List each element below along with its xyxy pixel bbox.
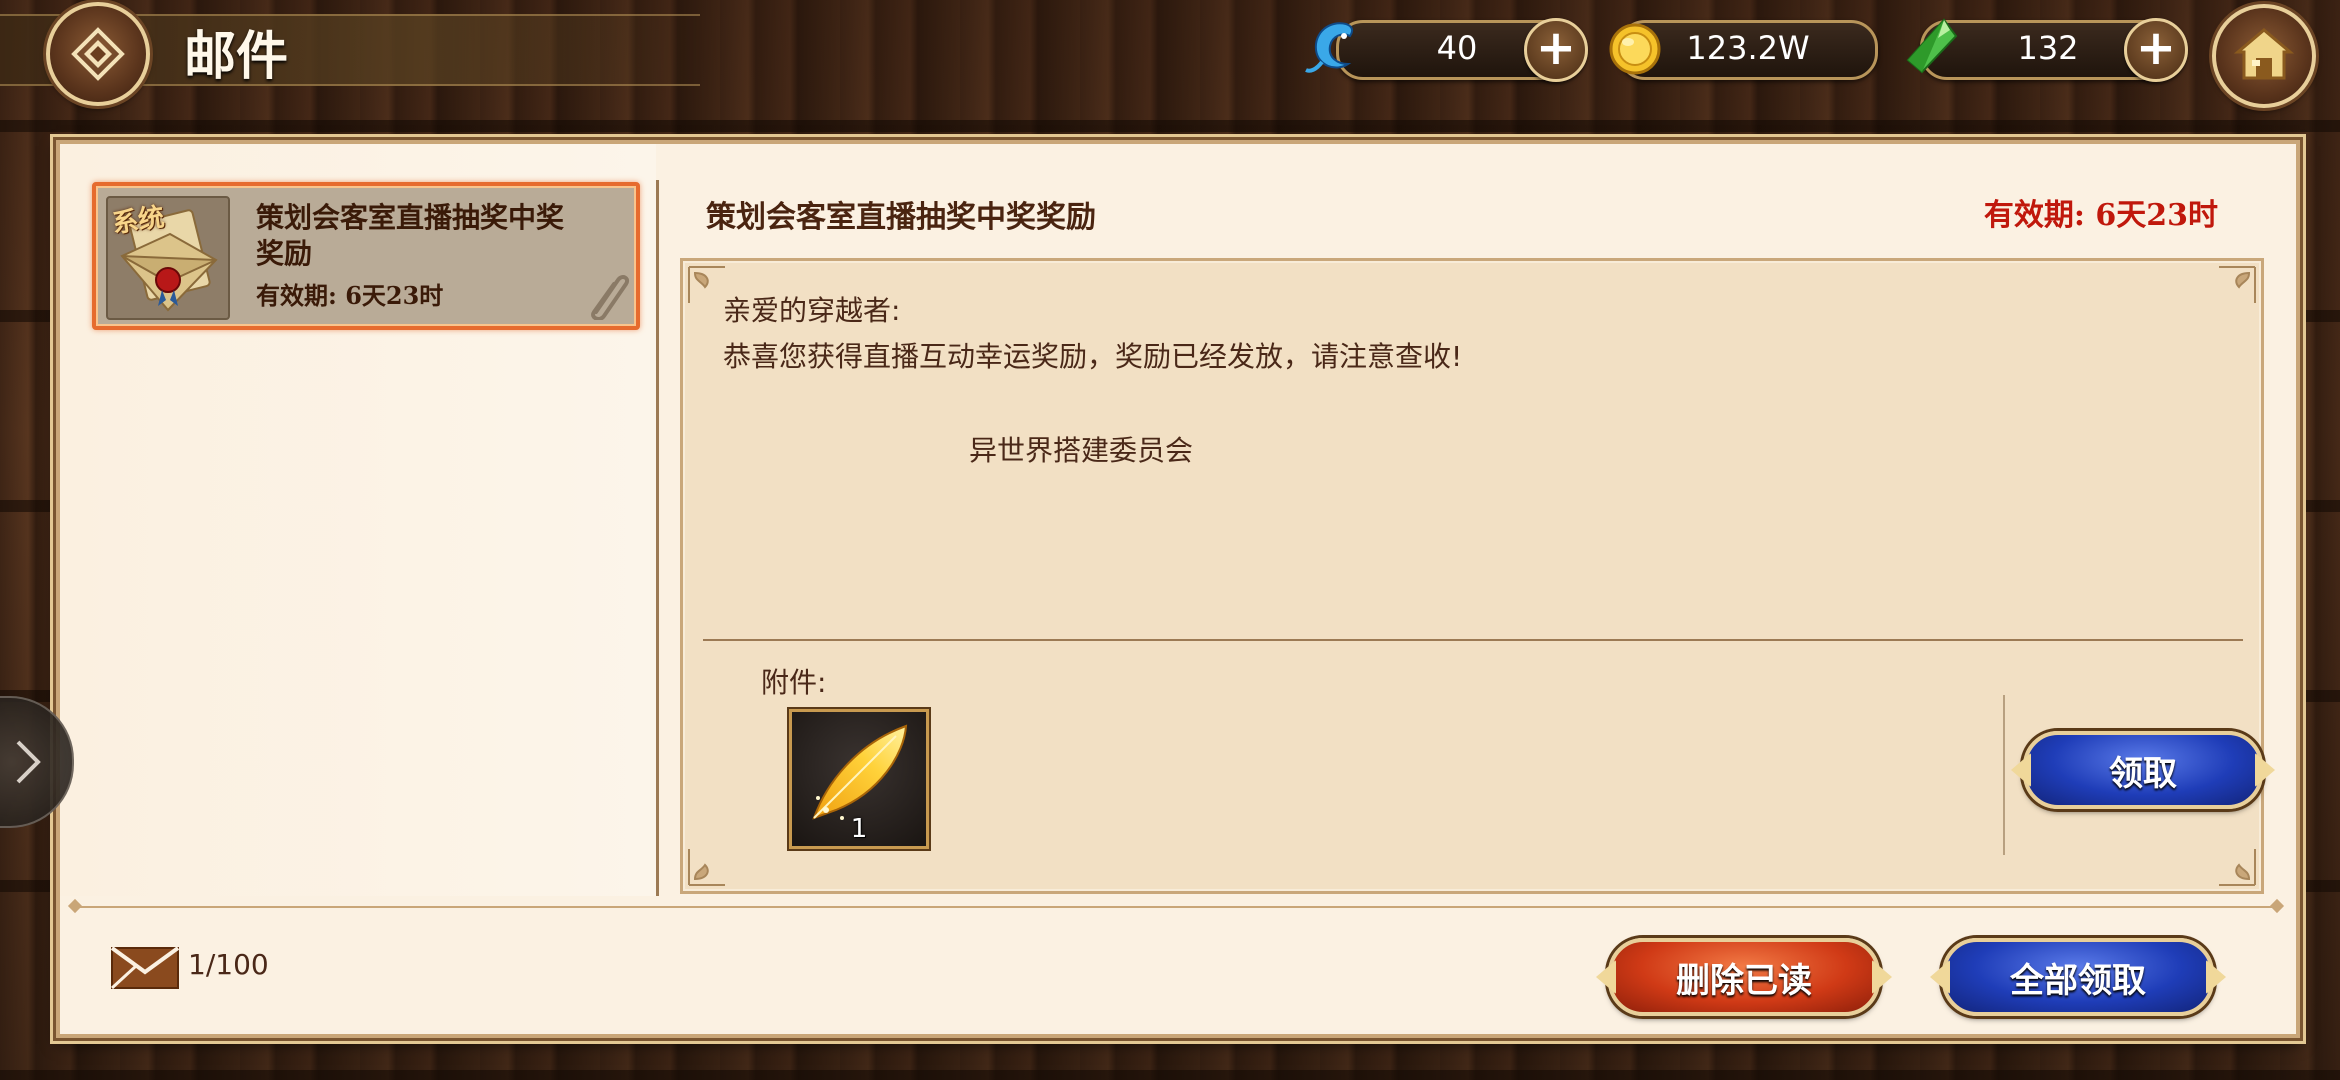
- green-gem-icon: [1906, 18, 1958, 74]
- letter-body: 亲爱的穿越者: 恭喜您获得直播互动幸运奖励，奖励已经发放，请注意查收! 异世界搭…: [680, 258, 2264, 894]
- attachment-item-slot[interactable]: 1: [789, 709, 929, 849]
- back-diamond-icon: [71, 27, 125, 81]
- mail-panel: 系统 策划会客室直播抽奖中奖奖励 有效期: 6天23时 策划会客室直播抽奖中奖奖…: [56, 140, 2300, 1038]
- mail-count: 1/100: [188, 948, 269, 981]
- column-divider: [656, 180, 659, 896]
- delete-read-label: 删除已读: [1676, 960, 1812, 1001]
- button-cap-left: [2011, 753, 2031, 787]
- corner-ornament-icon: [688, 849, 725, 886]
- claim-button[interactable]: 领取: [2011, 731, 2263, 809]
- mail-detail-title: 策划会客室直播抽奖中奖奖励: [706, 200, 1096, 235]
- attachment-divider: [703, 639, 2243, 641]
- back-button[interactable]: [46, 2, 150, 106]
- gold-coin-icon: [1609, 23, 1661, 75]
- home-button[interactable]: [2212, 4, 2316, 108]
- corner-ornament-icon: [2219, 849, 2256, 886]
- button-cap-right: [1872, 960, 1892, 994]
- blue-dragon-icon: [1305, 22, 1354, 73]
- claim-button-label: 领取: [2109, 753, 2177, 794]
- delete-read-button[interactable]: 删除已读: [1596, 938, 1880, 1016]
- page-title: 邮件: [184, 26, 289, 87]
- claim-all-button[interactable]: 全部领取: [1930, 938, 2214, 1016]
- attachments-label: 附件:: [761, 666, 827, 699]
- mail-item-expire: 有效期: 6天23时: [256, 281, 444, 310]
- home-icon: [2233, 28, 2295, 80]
- chevron-right-icon: [16, 740, 41, 784]
- claim-divider: [2003, 695, 2005, 855]
- button-cap-left: [1596, 960, 1616, 994]
- mail-thumbnail: 系统: [106, 196, 230, 320]
- button-cap-left: [1930, 960, 1950, 994]
- claim-all-label: 全部领取: [2010, 960, 2146, 1001]
- mail-list: 系统 策划会客室直播抽奖中奖奖励 有效期: 6天23时: [60, 144, 656, 896]
- footer-divider: [74, 906, 2278, 908]
- letter-body-text: 恭喜您获得直播互动幸运奖励，奖励已经发放，请注意查收!: [723, 340, 1463, 373]
- letter-signature: 异世界搭建委员会: [969, 434, 1194, 467]
- button-cap-right: [2255, 753, 2275, 787]
- add-gem-currency-button[interactable]: +: [2124, 18, 2188, 82]
- mail-detail-expire: 有效期: 6天23时: [1983, 198, 2218, 233]
- mail-item-title: 策划会客室直播抽奖中奖奖励: [256, 201, 565, 270]
- button-cap-right: [2206, 960, 2226, 994]
- mail-list-item[interactable]: 系统 策划会客室直播抽奖中奖奖励 有效期: 6天23时: [92, 182, 640, 330]
- attachment-item-count: 1: [850, 814, 868, 844]
- corner-ornament-icon: [2219, 266, 2256, 303]
- envelope-icon: [110, 946, 180, 990]
- add-dragon-currency-button[interactable]: +: [1524, 18, 1588, 82]
- mail-tag-system: 系统: [110, 202, 167, 240]
- attachment-clip-icon: [591, 275, 629, 320]
- letter-greeting: 亲爱的穿越者:: [723, 294, 901, 327]
